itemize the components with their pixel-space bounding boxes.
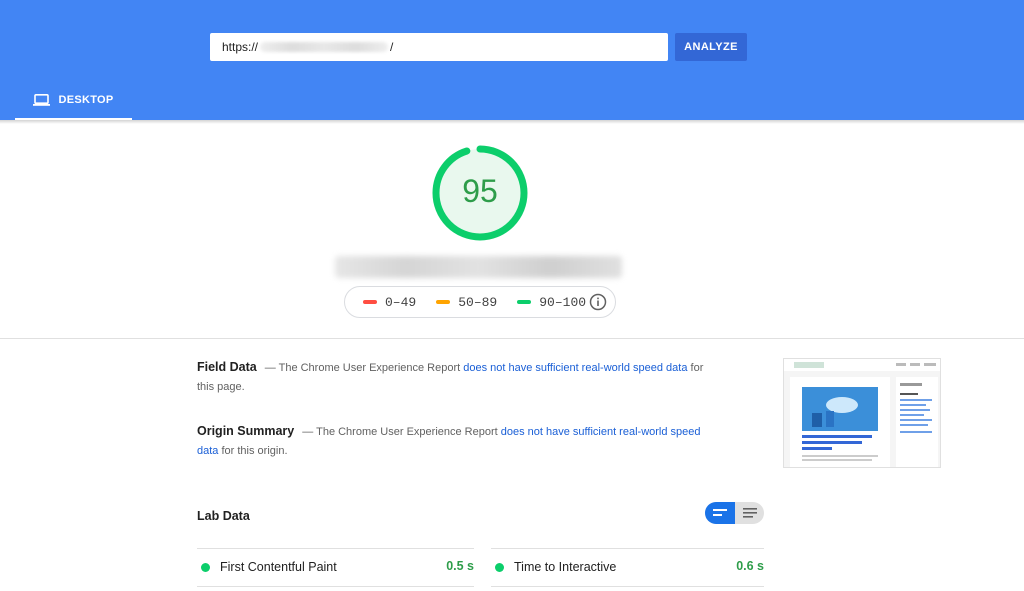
legend-label-average: 50–89 <box>458 294 498 310</box>
url-suffix: / <box>390 40 394 54</box>
metric-divider <box>197 586 474 587</box>
field-data-section: Field Data — The Chrome User Experience R… <box>197 358 717 397</box>
score-legend: 0–49 50–89 90–100 <box>344 286 616 318</box>
origin-summary-text: — The Chrome User Experience Report <box>302 426 501 438</box>
origin-summary-title: Origin Summary <box>197 424 295 438</box>
url-prefix: https:// <box>222 40 259 54</box>
lab-data-title: Lab Data <box>197 509 250 523</box>
compact-view-icon[interactable] <box>705 502 735 524</box>
legend-bar-poor <box>363 300 377 304</box>
header-shadow <box>0 120 1024 124</box>
tab-desktop-label: DESKTOP <box>58 94 114 106</box>
field-data-title: Field Data <box>197 360 257 374</box>
info-icon[interactable] <box>589 293 607 315</box>
pass-indicator-icon <box>495 562 504 572</box>
legend-item-good: 90–100 <box>517 295 586 310</box>
metric-first-contentful-paint: First Contentful Paint <box>201 559 337 575</box>
legend-bar-good <box>517 300 532 304</box>
legend-item-poor: 0–49 <box>363 295 416 310</box>
origin-summary-text-end: for this origin. <box>218 445 288 457</box>
field-data-link[interactable]: does not have sufficient real-world spee… <box>463 362 687 374</box>
tab-desktop[interactable]: DESKTOP <box>15 88 132 120</box>
analyze-button[interactable]: ANALYZE <box>675 33 747 61</box>
metric-value: 0.5 s <box>446 559 474 573</box>
pass-indicator-icon <box>201 562 210 572</box>
metric-divider <box>491 586 764 587</box>
origin-summary-section: Origin Summary — The Chrome User Experien… <box>197 422 717 461</box>
page-screenshot-thumbnail <box>783 358 941 468</box>
metric-divider <box>491 548 764 549</box>
expanded-view-icon[interactable] <box>735 502 764 524</box>
legend-label-poor: 0–49 <box>385 294 417 310</box>
field-data-text: — The Chrome User Experience Report <box>264 362 464 374</box>
metric-label: First Contentful Paint <box>220 560 337 574</box>
legend-label-good: 90–100 <box>539 294 587 310</box>
section-divider <box>0 338 1024 339</box>
legend-item-average: 50–89 <box>436 295 497 310</box>
metric-time-to-interactive: Time to Interactive <box>495 559 616 575</box>
metric-label: Time to Interactive <box>514 560 617 574</box>
legend-bar-average <box>436 300 451 304</box>
performance-score: 95 <box>462 173 498 209</box>
url-input[interactable]: https:// / <box>210 33 668 61</box>
redacted-url-segment <box>260 42 389 52</box>
metric-divider <box>197 548 474 549</box>
metric-value: 0.6 s <box>736 559 764 573</box>
metrics-view-toggle[interactable] <box>705 502 764 524</box>
redacted-page-url <box>335 256 622 278</box>
laptop-icon <box>33 94 51 109</box>
